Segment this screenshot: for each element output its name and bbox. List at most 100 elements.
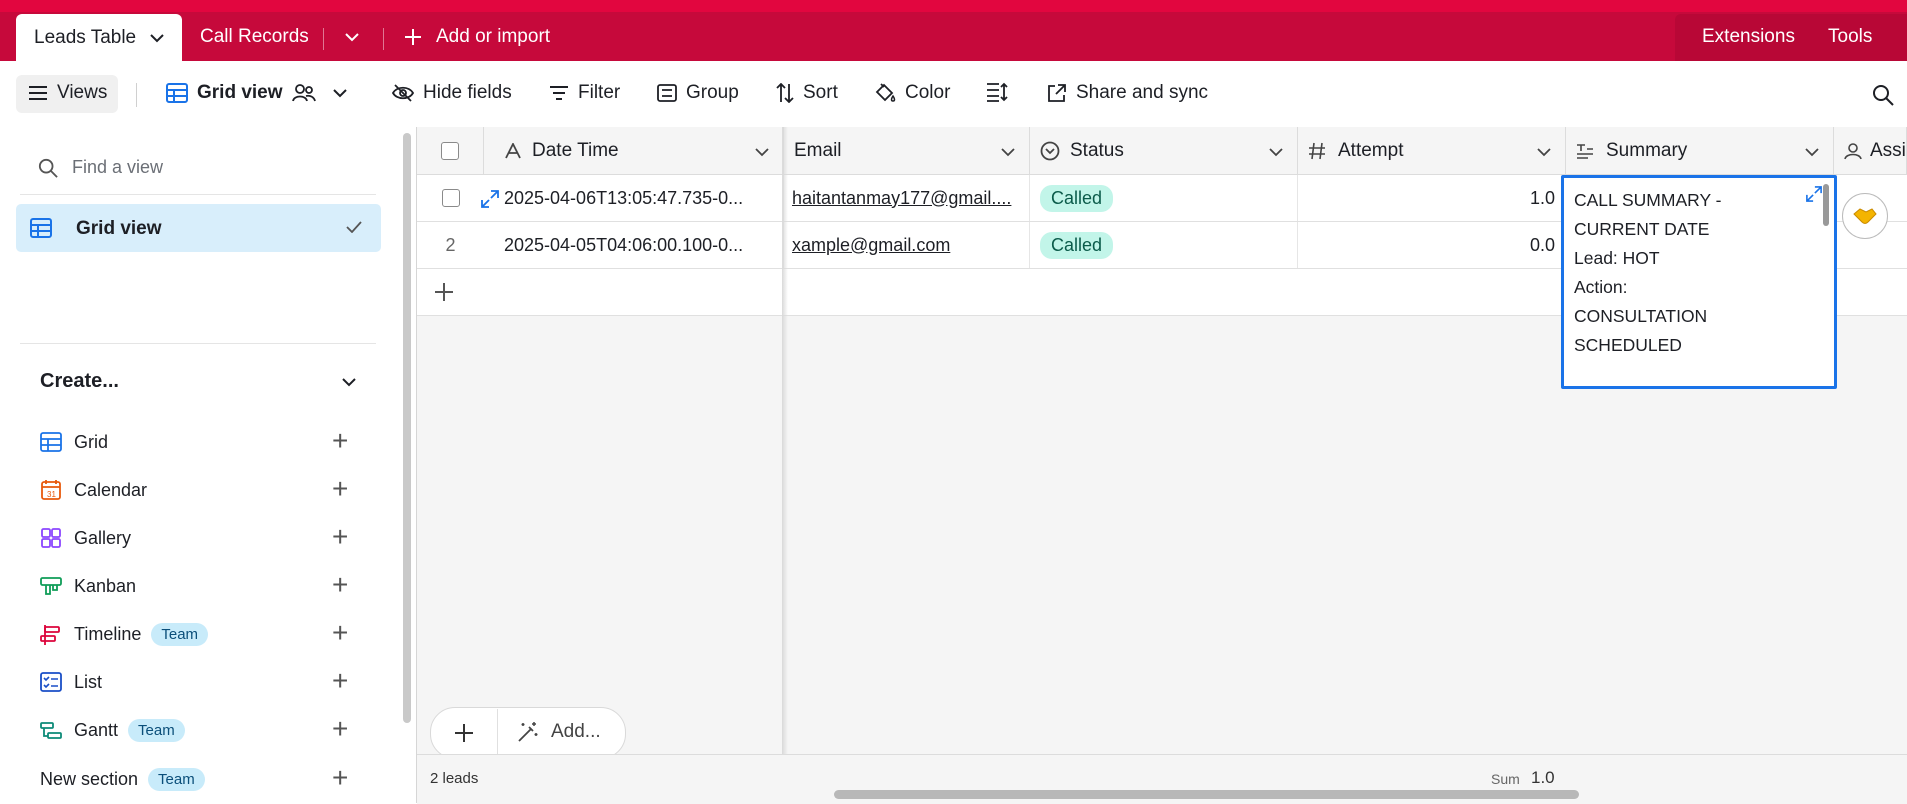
column-header-date-time[interactable]: Date Time xyxy=(484,127,784,175)
row-height-button[interactable] xyxy=(986,82,1008,102)
create-kanban[interactable]: Kanban xyxy=(40,575,136,597)
create-grid[interactable]: Grid xyxy=(40,431,108,453)
timeline-icon xyxy=(40,624,60,645)
horizontal-scrollbar[interactable] xyxy=(834,790,1579,799)
tab-label: Leads Table xyxy=(34,26,137,48)
chevron-down-icon[interactable] xyxy=(755,147,769,157)
hamburger-icon xyxy=(29,86,47,100)
user-field-icon xyxy=(1844,142,1862,159)
cell-email[interactable]: haitantanmay177@gmail.... xyxy=(784,175,1030,221)
create-section-title: Create... xyxy=(40,370,119,392)
cell-attempt[interactable]: 0.0 xyxy=(1298,222,1566,268)
plus-icon[interactable] xyxy=(434,282,454,302)
summary-line: CALL SUMMARY - xyxy=(1574,190,1722,210)
filter-icon xyxy=(550,86,568,100)
select-all-checkbox[interactable] xyxy=(441,141,459,160)
color-button[interactable]: Color xyxy=(874,82,950,104)
find-view-field[interactable]: Find a view xyxy=(38,157,163,178)
column-label: Attempt xyxy=(1338,139,1404,161)
column-label: Assi xyxy=(1870,139,1906,161)
chevron-down-icon[interactable] xyxy=(345,32,359,42)
column-header-attempt[interactable]: Attempt xyxy=(1298,127,1566,175)
extensions-button[interactable]: Extensions xyxy=(1702,26,1795,48)
sidebar-item-label: Grid view xyxy=(76,218,162,239)
avatar[interactable] xyxy=(1842,193,1888,239)
sort-button[interactable]: Sort xyxy=(776,82,838,104)
chevron-down-icon[interactable] xyxy=(342,377,356,387)
chevron-down-icon[interactable] xyxy=(1001,147,1015,157)
create-item-label: Calendar xyxy=(74,479,148,500)
tools-button[interactable]: Tools xyxy=(1828,26,1872,48)
expand-cell-icon[interactable] xyxy=(1806,186,1822,202)
external-link-icon xyxy=(1048,84,1066,102)
select-all-header xyxy=(417,127,484,175)
column-header-status[interactable]: Status xyxy=(1030,127,1298,175)
chevron-down-icon[interactable] xyxy=(1537,147,1551,157)
eye-off-icon xyxy=(392,84,414,102)
create-item-label: Gantt xyxy=(74,720,119,740)
svg-text:31: 31 xyxy=(47,490,56,499)
add-gantt-plus-icon[interactable]: + xyxy=(332,713,348,745)
cell-status[interactable]: Called xyxy=(1030,175,1298,221)
row-height-icon xyxy=(987,82,1008,102)
add-import-button[interactable]: Add or import xyxy=(404,26,550,48)
share-sync-button[interactable]: Share and sync xyxy=(1047,82,1208,104)
summary-line: CONSULTATION xyxy=(1574,306,1708,326)
chevron-down-icon[interactable] xyxy=(1269,147,1283,157)
row-checkbox[interactable] xyxy=(441,189,460,207)
cell-status[interactable]: Called xyxy=(1030,222,1298,268)
search-icon[interactable] xyxy=(1872,84,1894,106)
divider xyxy=(383,28,384,50)
cell-attempt[interactable]: 1.0 xyxy=(1298,175,1566,221)
add-label: Add... xyxy=(551,721,601,742)
current-view-button[interactable]: Grid view xyxy=(166,82,347,104)
views-toggle[interactable]: Views xyxy=(28,82,107,104)
sidebar-scrollbar[interactable] xyxy=(403,133,411,723)
cell-date-time[interactable]: 2025-04-06T13:05:47.735-0... xyxy=(484,175,784,221)
tab-leads-table[interactable]: Leads Table xyxy=(16,14,182,61)
grid-icon xyxy=(40,432,62,452)
check-icon xyxy=(346,221,362,233)
filter-button[interactable]: Filter xyxy=(549,82,620,104)
create-calendar[interactable]: 31 Calendar xyxy=(40,479,147,501)
tab-call-records[interactable]: Call Records xyxy=(200,26,309,48)
add-timeline-plus-icon[interactable]: + xyxy=(332,617,348,649)
single-select-icon xyxy=(1040,141,1060,160)
create-gantt[interactable]: Gantt Team xyxy=(40,719,185,742)
summary-cell-expanded[interactable]: CALL SUMMARY - CURRENT DATE Lead: HOT Ac… xyxy=(1561,175,1837,389)
plus-icon[interactable] xyxy=(454,723,474,743)
chevron-down-icon[interactable] xyxy=(1805,147,1819,157)
add-grid-plus-icon[interactable]: + xyxy=(332,425,348,457)
column-header-email[interactable]: Email xyxy=(784,127,1030,175)
summary-scrollbar[interactable] xyxy=(1823,184,1829,226)
hide-fields-button[interactable]: Hide fields xyxy=(392,82,512,104)
group-button[interactable]: Group xyxy=(657,82,739,104)
cell-date-time[interactable]: 2025-04-05T04:06:00.100-0... xyxy=(484,222,784,268)
add-kanban-plus-icon[interactable]: + xyxy=(332,569,348,601)
add-section-plus-icon[interactable]: + xyxy=(332,762,348,794)
long-text-icon xyxy=(1577,143,1593,159)
new-section-label: New section xyxy=(40,769,139,789)
add-calendar-plus-icon[interactable]: + xyxy=(332,473,348,505)
add-with-ai-button[interactable]: Add... xyxy=(517,721,601,743)
create-new-section[interactable]: New section Team xyxy=(40,768,205,791)
current-view-label: Grid view xyxy=(197,82,283,103)
create-list[interactable]: List xyxy=(40,671,102,693)
create-timeline[interactable]: Timeline Team xyxy=(40,623,209,646)
record-count: 2 leads xyxy=(430,770,479,787)
share-sync-label: Share and sync xyxy=(1076,82,1209,103)
column-header-assignee[interactable]: Assi xyxy=(1834,127,1907,175)
text-field-icon xyxy=(505,142,521,158)
create-gallery[interactable]: Gallery xyxy=(40,527,131,549)
divider xyxy=(497,709,498,755)
add-list-plus-icon[interactable]: + xyxy=(332,665,348,697)
sidebar-item-grid-view[interactable]: Grid view xyxy=(16,204,381,252)
column-header-summary[interactable]: Summary xyxy=(1566,127,1834,175)
cell-email[interactable]: xample@gmail.com xyxy=(784,222,1030,268)
group-label: Group xyxy=(686,82,739,103)
status-badge: Called xyxy=(1040,231,1114,259)
add-gallery-plus-icon[interactable]: + xyxy=(332,521,348,553)
color-label: Color xyxy=(905,82,951,103)
sum-value: 1.0 xyxy=(1531,768,1555,787)
gallery-icon xyxy=(41,528,61,548)
